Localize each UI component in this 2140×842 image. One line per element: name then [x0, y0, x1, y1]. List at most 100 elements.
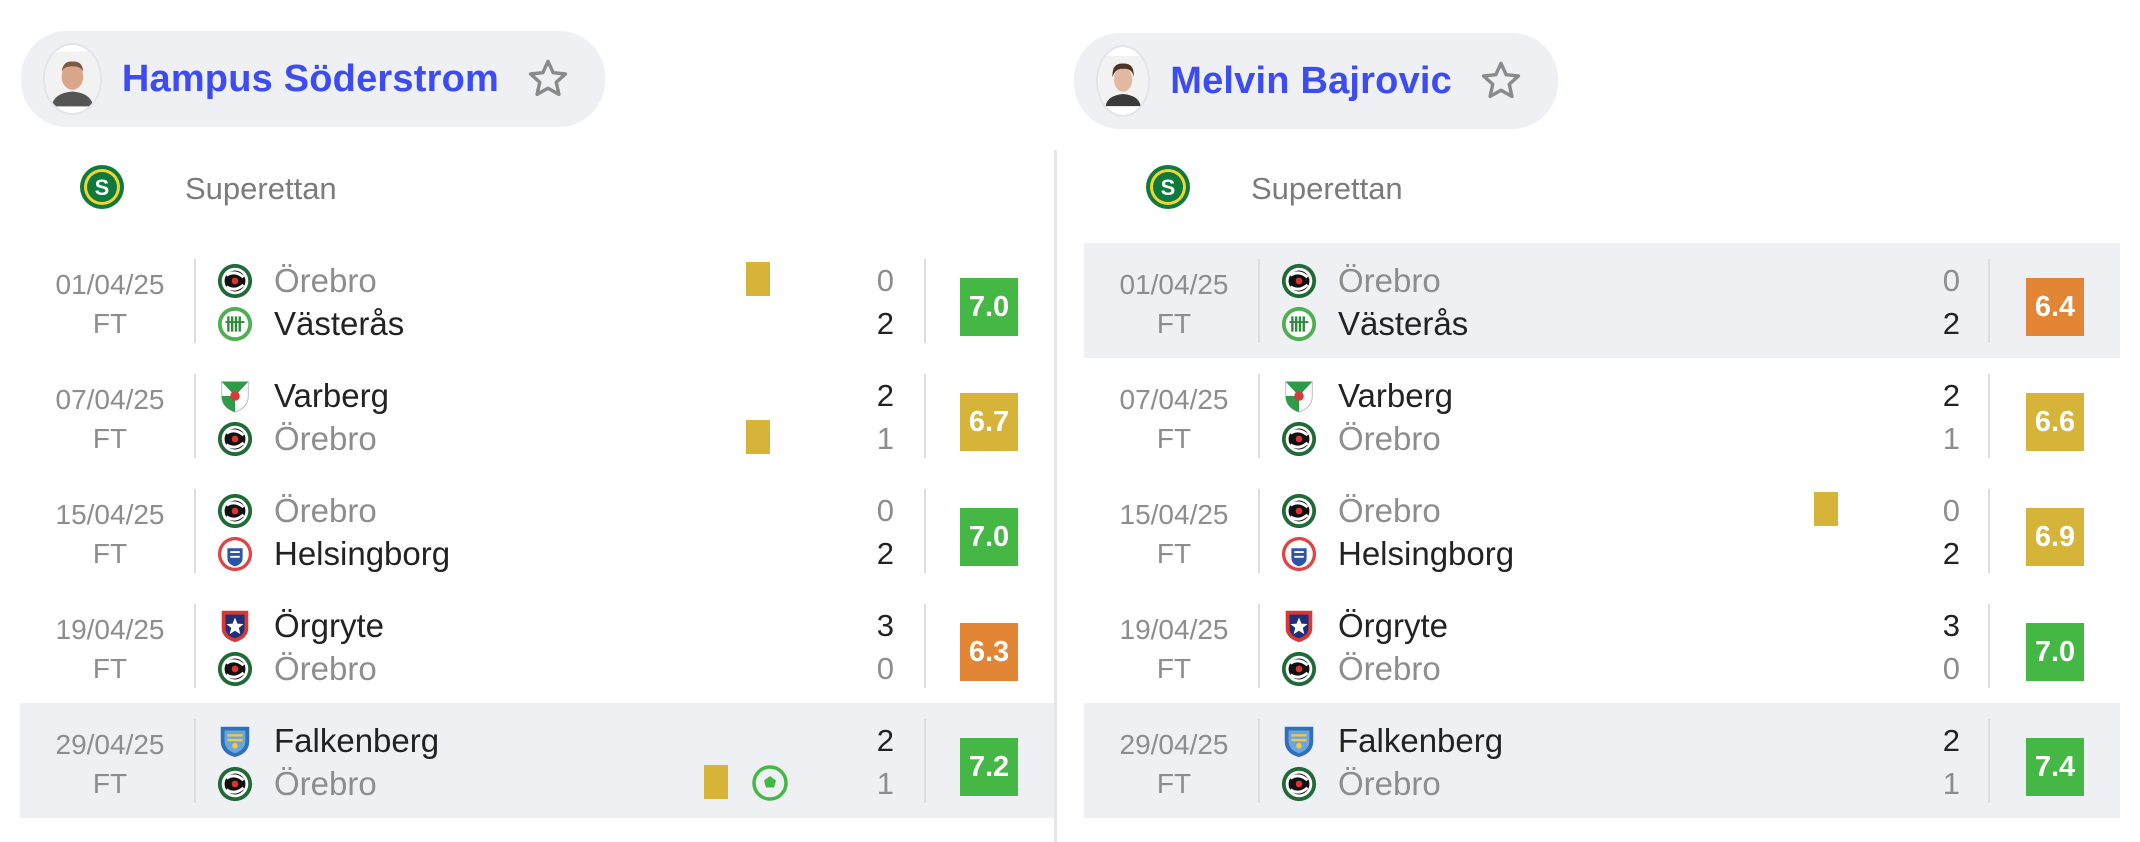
- match-status: FT: [1156, 768, 1192, 799]
- player-name[interactable]: Melvin Bajrovic: [1170, 60, 1452, 103]
- player-rating-badge[interactable]: 7.4: [2026, 738, 2084, 796]
- away-team[interactable]: Örebro: [216, 649, 377, 689]
- match-row[interactable]: 29/04/25 FT Falkenberg 2 Örebro 1 7.2: [20, 703, 1054, 818]
- home-team-name: Örebro: [274, 262, 377, 299]
- away-team[interactable]: Örebro: [216, 419, 377, 459]
- home-team[interactable]: Örgryte: [1280, 606, 1448, 646]
- home-team-name: Örebro: [274, 492, 377, 529]
- match-date: 29/04/25: [1119, 729, 1229, 760]
- yellow-card-icon: [746, 420, 770, 454]
- player-avatar[interactable]: [1096, 45, 1151, 117]
- row-divider: [1988, 374, 1990, 458]
- match-date: 29/04/25: [55, 729, 165, 760]
- row-divider: [194, 259, 196, 343]
- home-team[interactable]: Örebro: [1280, 491, 1441, 531]
- team-logo-icon: [216, 535, 254, 573]
- home-team-name: Örebro: [1338, 492, 1441, 529]
- player-rating-badge[interactable]: 6.3: [960, 623, 1018, 681]
- team-logo-icon: [1280, 535, 1318, 573]
- away-team[interactable]: Helsingborg: [1280, 534, 1514, 574]
- home-score: 0: [876, 263, 894, 298]
- player-header[interactable]: Hampus Söderstrom: [21, 31, 605, 127]
- yellow-card-icon: [704, 765, 728, 799]
- home-team[interactable]: Örebro: [216, 491, 377, 531]
- away-team[interactable]: Örebro: [216, 764, 377, 804]
- player-rating-badge[interactable]: 6.6: [2026, 393, 2084, 451]
- player-rating-badge[interactable]: 6.4: [2026, 278, 2084, 336]
- player-avatar[interactable]: [43, 43, 102, 115]
- player-rating-badge[interactable]: 6.9: [2026, 508, 2084, 566]
- away-team-name: Västerås: [274, 305, 405, 342]
- player-header[interactable]: Melvin Bajrovic: [1074, 33, 1558, 129]
- away-score: 1: [1942, 766, 1960, 801]
- player-rating-badge[interactable]: 7.0: [960, 508, 1018, 566]
- away-team-name: Örebro: [1338, 765, 1441, 802]
- star-outline-icon[interactable]: [525, 56, 571, 102]
- away-team-name: Örebro: [274, 650, 377, 687]
- home-team-name: Varberg: [1338, 377, 1453, 414]
- row-divider: [1258, 489, 1260, 573]
- match-date: 01/04/25: [1119, 269, 1229, 300]
- team-logo-icon: [1280, 607, 1318, 645]
- team-logo-icon: [216, 765, 254, 803]
- player-rating-badge[interactable]: 7.2: [960, 738, 1018, 796]
- team-logo-icon: [216, 650, 254, 688]
- home-team[interactable]: Örebro: [1280, 261, 1441, 301]
- league-header: S Superettan: [78, 158, 337, 220]
- player-name[interactable]: Hampus Söderstrom: [122, 58, 499, 101]
- away-team-name: Helsingborg: [1338, 535, 1515, 572]
- away-team[interactable]: Helsingborg: [216, 534, 450, 574]
- match-status: FT: [1156, 308, 1192, 339]
- match-status: FT: [1156, 423, 1192, 454]
- home-score: 3: [1942, 608, 1960, 643]
- home-team-name: Örgryte: [1338, 607, 1449, 644]
- home-score: 2: [1942, 723, 1960, 758]
- home-team[interactable]: Örebro: [216, 261, 377, 301]
- match-row[interactable]: 01/04/25 FT Örebro 0 Västerås 2 6.4: [1084, 243, 2120, 358]
- row-divider: [194, 604, 196, 688]
- match-row[interactable]: 19/04/25 FT Örgryte 3 Örebro 0 7.0: [1084, 588, 2120, 703]
- away-score: 1: [876, 766, 894, 801]
- home-team-name: Varberg: [274, 377, 389, 414]
- home-team-name: Falkenberg: [1338, 722, 1504, 759]
- home-score: 3: [876, 608, 894, 643]
- home-team[interactable]: Varberg: [1280, 376, 1453, 416]
- away-team[interactable]: Örebro: [1280, 764, 1441, 804]
- home-team[interactable]: Falkenberg: [1280, 721, 1503, 761]
- row-divider: [1988, 604, 1990, 688]
- football-icon: [750, 763, 790, 803]
- row-divider: [194, 719, 196, 803]
- match-row[interactable]: 15/04/25 FT Örebro 0 Helsingborg 2 6.9: [1084, 473, 2120, 588]
- match-row[interactable]: 07/04/25 FT Varberg 2 Örebro 1 6.6: [1084, 358, 2120, 473]
- match-status: FT: [1156, 653, 1192, 684]
- home-score: 2: [876, 723, 894, 758]
- row-divider: [1988, 719, 1990, 803]
- away-team[interactable]: Västerås: [1280, 304, 1468, 344]
- home-score: 0: [1942, 263, 1960, 298]
- match-row[interactable]: 15/04/25 FT Örebro 0 Helsingborg 2 7.0: [20, 473, 1054, 588]
- star-outline-icon[interactable]: [1478, 58, 1524, 104]
- team-logo-icon: [1280, 765, 1318, 803]
- match-row[interactable]: 19/04/25 FT Örgryte 3 Örebro 0 6.3: [20, 588, 1054, 703]
- match-row[interactable]: 01/04/25 FT Örebro 0 Västerås 2 7.0: [20, 243, 1054, 358]
- match-row[interactable]: 07/04/25 FT Varberg 2 Örebro 1 6.7: [20, 358, 1054, 473]
- home-team[interactable]: Falkenberg: [216, 721, 439, 761]
- team-logo-icon: [216, 262, 254, 300]
- away-team[interactable]: Örebro: [1280, 649, 1441, 689]
- match-status: FT: [92, 538, 128, 569]
- match-row[interactable]: 29/04/25 FT Falkenberg 2 Örebro 1 7.4: [1084, 703, 2120, 818]
- away-team[interactable]: Västerås: [216, 304, 404, 344]
- player-photo: [1098, 55, 1149, 107]
- team-logo-icon: [1280, 377, 1318, 415]
- player-rating-badge[interactable]: 7.0: [2026, 623, 2084, 681]
- away-team-name: Örebro: [1338, 420, 1441, 457]
- team-logo-icon: [1280, 722, 1318, 760]
- row-divider: [1988, 259, 1990, 343]
- player-photo: [45, 51, 100, 107]
- home-team[interactable]: Varberg: [216, 376, 389, 416]
- home-team[interactable]: Örgryte: [216, 606, 384, 646]
- player-rating-badge[interactable]: 7.0: [960, 278, 1018, 336]
- home-score: 2: [876, 378, 894, 413]
- away-team[interactable]: Örebro: [1280, 419, 1441, 459]
- player-rating-badge[interactable]: 6.7: [960, 393, 1018, 451]
